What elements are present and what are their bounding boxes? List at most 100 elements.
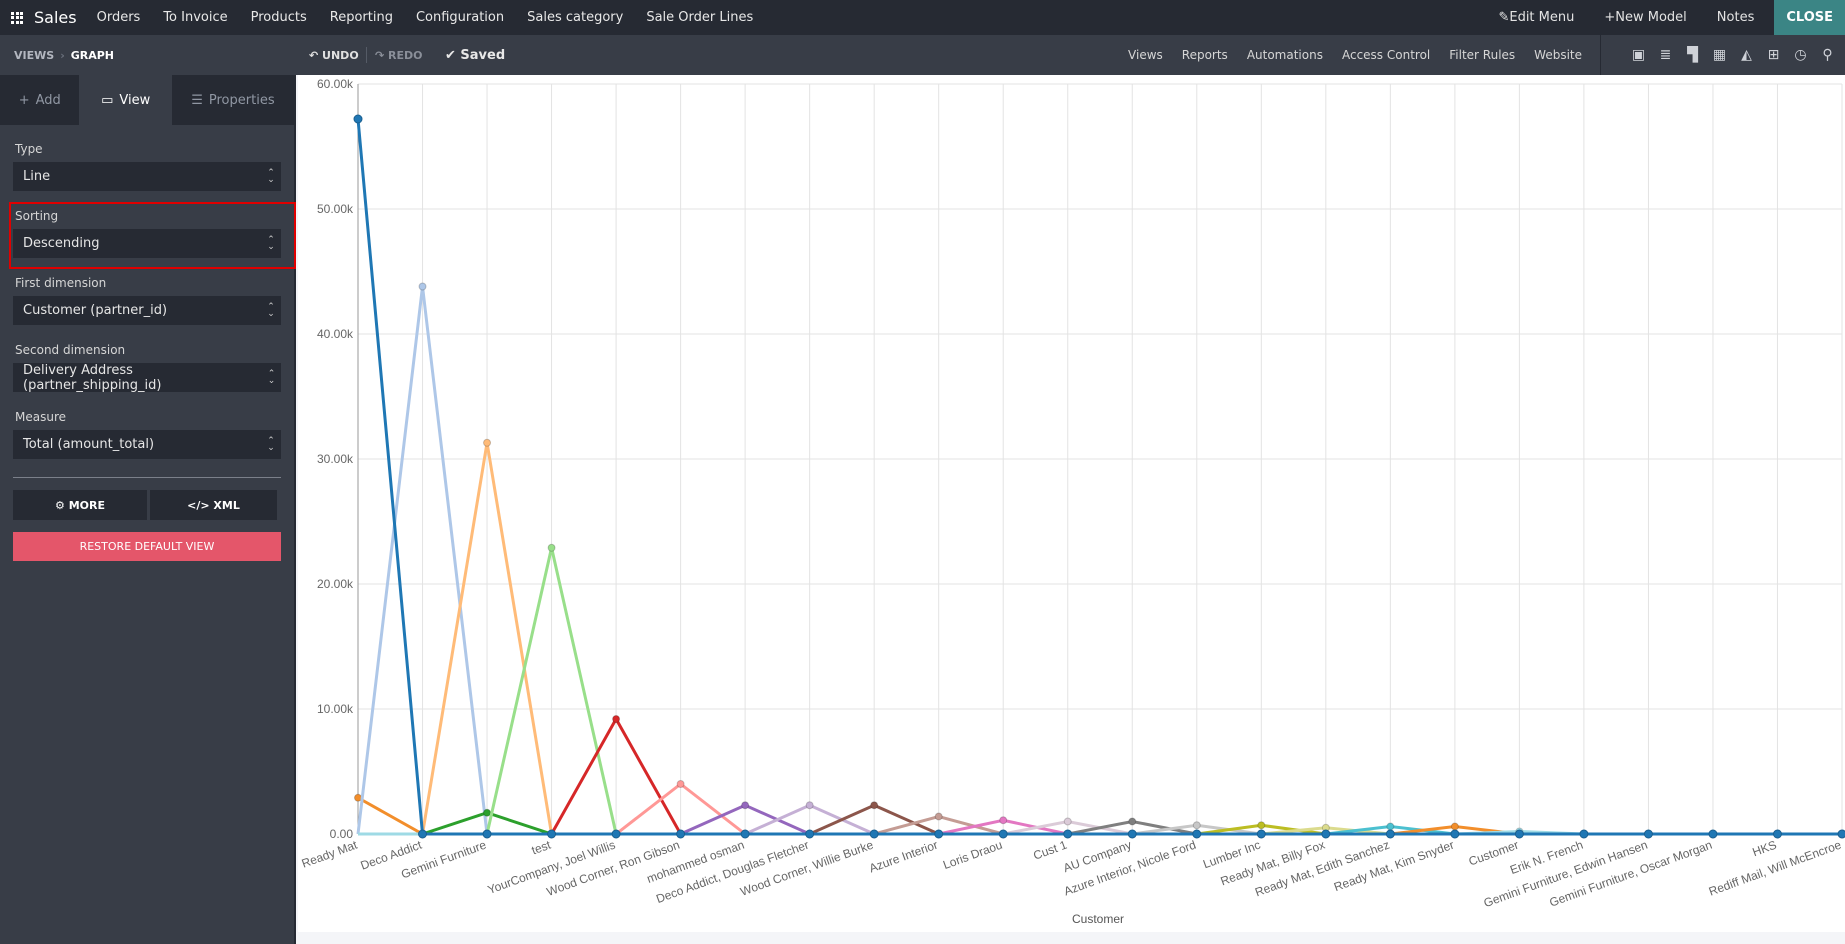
monitor-icon: ▭ xyxy=(101,92,114,108)
data-point xyxy=(612,715,621,723)
x-tick-label: Azure Interior xyxy=(867,838,939,876)
data-point xyxy=(482,829,492,839)
kanban-view-icon[interactable]: ▜ xyxy=(1684,47,1702,63)
search-view-icon[interactable]: ⚲ xyxy=(1819,47,1837,63)
x-tick-label: Loris Draou xyxy=(941,838,1004,872)
series-line xyxy=(358,814,1842,836)
xml-button[interactable]: </> XML xyxy=(150,490,277,520)
data-point xyxy=(999,816,1008,825)
y-tick-label: 50.00k xyxy=(317,202,354,216)
redo-button[interactable]: ↷ REDO xyxy=(375,49,423,62)
form-view-icon[interactable]: ▣ xyxy=(1630,47,1648,63)
series-line xyxy=(356,286,1842,836)
restore-default-view-button[interactable]: RESTORE DEFAULT VIEW xyxy=(13,532,281,561)
sorting-highlight-box xyxy=(9,202,296,269)
breadcrumb-views[interactable]: VIEWS xyxy=(14,49,54,62)
data-point xyxy=(676,780,685,788)
tab-view-label: View xyxy=(119,92,151,108)
line-chart: 0.0010.00k20.00k30.00k40.00k50.00k60.00k… xyxy=(300,77,1845,926)
type-select[interactable]: Line ⌃ ⌄ xyxy=(13,162,281,191)
data-point xyxy=(676,829,686,839)
data-point xyxy=(1385,829,1395,839)
data-point xyxy=(934,812,943,821)
redo-icon: ↷ xyxy=(375,48,389,62)
x-tick-label: Ready Mat xyxy=(300,837,360,870)
app-name[interactable]: Sales xyxy=(34,8,77,27)
menu-sale-order-lines[interactable]: Sale Order Lines xyxy=(646,10,753,25)
menu-sales-category[interactable]: Sales category xyxy=(527,10,623,25)
data-point xyxy=(805,829,815,839)
link-views[interactable]: Views xyxy=(1128,48,1163,62)
menu-to-invoice[interactable]: To Invoice xyxy=(163,10,227,25)
link-access-control[interactable]: Access Control xyxy=(1342,48,1430,62)
menu-orders[interactable]: Orders xyxy=(97,10,141,25)
data-point xyxy=(1514,829,1524,839)
series-line xyxy=(358,819,1842,836)
pivot-view-icon[interactable]: ⊞ xyxy=(1765,47,1783,63)
link-reports[interactable]: Reports xyxy=(1182,48,1228,62)
link-filter-rules[interactable]: Filter Rules xyxy=(1449,48,1515,62)
data-point xyxy=(1063,829,1073,839)
breadcrumb-graph: GRAPH xyxy=(70,48,115,62)
pencil-icon: ✎ xyxy=(1498,10,1510,25)
data-point xyxy=(354,793,362,802)
tab-add[interactable]: + Add xyxy=(0,75,79,125)
data-point xyxy=(1386,822,1395,831)
series-line xyxy=(358,803,1842,836)
data-point xyxy=(1450,822,1459,831)
grid xyxy=(358,83,1843,835)
select-arrows-icon: ⌃ ⌄ xyxy=(267,167,275,185)
check-icon: ✔ xyxy=(445,47,461,63)
calendar-view-icon[interactable]: ▦ xyxy=(1711,47,1729,63)
undo-button[interactable]: ↶ UNDO xyxy=(309,49,359,62)
x-tick-label: Ready Mat, Kim Snyder xyxy=(1332,838,1456,894)
list-view-icon[interactable]: ≣ xyxy=(1657,47,1675,63)
apps-menu-button[interactable] xyxy=(0,0,34,35)
series-line xyxy=(358,803,1842,836)
y-tick-label: 30.00k xyxy=(317,452,354,466)
select-arrows-icon: ⌃ ⌄ xyxy=(267,435,275,453)
data-point xyxy=(611,829,621,839)
menu-products[interactable]: Products xyxy=(251,10,307,25)
data-point xyxy=(547,829,557,839)
data-point xyxy=(1450,829,1460,839)
plus-icon: + xyxy=(18,92,30,108)
link-automations[interactable]: Automations xyxy=(1247,48,1323,62)
series-lines xyxy=(353,114,1845,839)
data-point xyxy=(998,829,1008,839)
data-point xyxy=(1128,817,1137,826)
more-button[interactable]: ⚙ MORE xyxy=(13,490,147,520)
data-point xyxy=(870,801,879,810)
type-value: Line xyxy=(23,169,51,184)
new-model-label: New Model xyxy=(1615,10,1687,25)
series-line xyxy=(358,811,1842,836)
notes-button[interactable]: Notes xyxy=(1717,10,1755,25)
new-model-button[interactable]: +New Model xyxy=(1604,10,1686,25)
x-tick-label: HKS xyxy=(1751,838,1779,860)
graph-view-icon[interactable]: ◭ xyxy=(1738,47,1756,63)
tab-properties-label: Properties xyxy=(208,92,275,108)
second-dimension-select[interactable]: Delivery Address (partner_shipping_id) ⌃ ⌄ xyxy=(13,363,281,393)
series-line xyxy=(358,442,1842,836)
select-arrows-icon: ⌃ ⌄ xyxy=(267,368,276,386)
activity-view-icon[interactable]: ◷ xyxy=(1792,47,1810,63)
edit-menu-label: Edit Menu xyxy=(1509,10,1575,25)
data-point xyxy=(1643,829,1653,839)
close-button[interactable]: CLOSE xyxy=(1774,0,1845,35)
first-dimension-select[interactable]: Customer (partner_id) ⌃ ⌄ xyxy=(13,296,281,325)
measure-value: Total (amount_total) xyxy=(23,437,155,452)
view-switcher: ▣ ≣ ▜ ▦ ◭ ⊞ ◷ ⚲ xyxy=(1600,35,1845,75)
measure-select[interactable]: Total (amount_total) ⌃ ⌄ xyxy=(13,430,281,459)
data-point xyxy=(1127,829,1137,839)
x-axis: Ready Mat Deco AddictGemini Furniture test… xyxy=(300,837,1844,910)
tab-add-label: Add xyxy=(35,92,61,108)
plus-icon: + xyxy=(1604,10,1616,25)
menu-configuration[interactable]: Configuration xyxy=(416,10,504,25)
tab-properties[interactable]: ☰ Properties xyxy=(172,75,294,125)
menu-reporting[interactable]: Reporting xyxy=(330,10,393,25)
select-arrows-icon: ⌃ ⌄ xyxy=(267,301,275,319)
edit-menu-button[interactable]: ✎Edit Menu xyxy=(1498,10,1574,25)
tab-view[interactable]: ▭ View xyxy=(79,75,172,125)
link-website[interactable]: Website xyxy=(1534,48,1582,62)
series-line xyxy=(358,715,1842,836)
